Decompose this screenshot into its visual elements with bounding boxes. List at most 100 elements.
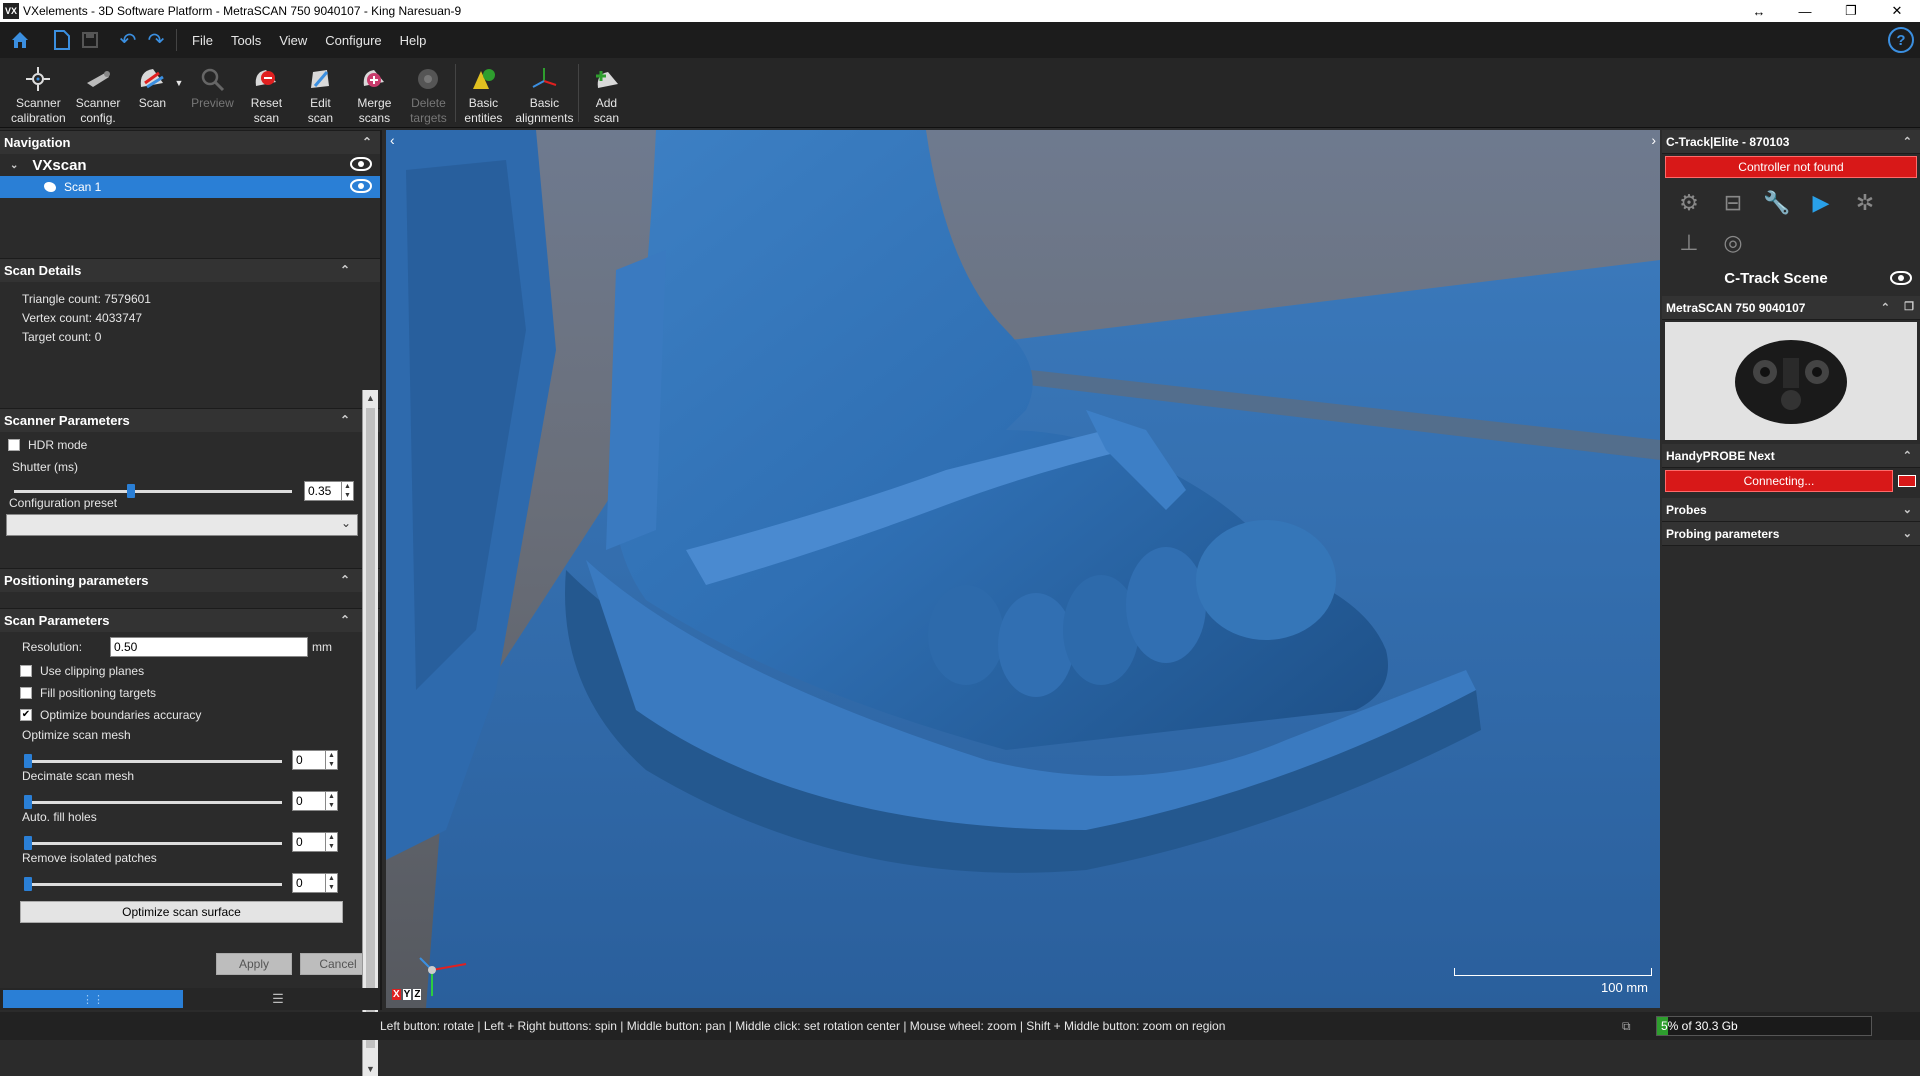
scroll-down-icon[interactable]: ▼ [363, 1061, 378, 1076]
resolution-label: Resolution: [22, 640, 83, 654]
probing-parameters-header[interactable]: Probing parameters ⌄ [1662, 522, 1920, 546]
menu-tools[interactable]: Tools [222, 33, 270, 48]
eye-icon[interactable] [350, 157, 372, 171]
network-icon: ⧉ [1622, 1019, 1631, 1033]
chevron-up-icon[interactable]: ⌃ [340, 613, 350, 627]
undo-icon[interactable]: ↶ [114, 26, 142, 54]
reset-scan-button[interactable]: Reset scan [239, 58, 293, 128]
vxelements-logo-icon: VX [3, 3, 19, 19]
remove-patches-slider-handle[interactable] [24, 877, 32, 891]
menu-file[interactable]: File [183, 33, 222, 48]
chevron-up-icon[interactable]: ⌃ [1903, 135, 1912, 148]
menu-view[interactable]: View [270, 33, 316, 48]
redo-icon[interactable]: ↷ [142, 26, 170, 54]
delete-targets-label-1: Delete [411, 96, 446, 110]
resolution-unit: mm [312, 640, 332, 654]
spin-arrows-icon[interactable]: ▲ ▼ [325, 874, 337, 892]
tree-item-scan-1[interactable]: Scan 1 [0, 176, 380, 198]
delete-targets-button[interactable]: Delete targets [401, 58, 455, 128]
collapse-left-arrow-icon[interactable]: ‹ [390, 132, 395, 148]
tab-tree-view[interactable]: ⋮⋮ [3, 990, 183, 1008]
fill-targets-checkbox[interactable] [20, 687, 32, 699]
chevron-up-icon[interactable]: ⌃ [340, 263, 350, 277]
resolution-input[interactable]: 0.50 [110, 637, 308, 657]
fill-holes-slider-handle[interactable] [24, 836, 32, 850]
ctrack-header[interactable]: C-Track|Elite - 870103 ⌃ [1662, 130, 1920, 154]
scanner-header[interactable]: MetraSCAN 750 9040107 ⌃ ❐ [1662, 296, 1920, 320]
scan-parameters-header[interactable]: Scan Parameters ⌃ [0, 608, 380, 632]
decimate-mesh-slider[interactable] [24, 801, 282, 804]
apply-button[interactable]: Apply [216, 953, 292, 975]
play-camera-icon[interactable]: ▶ [1802, 186, 1840, 220]
remove-patches-slider[interactable] [24, 883, 282, 886]
home-icon[interactable] [6, 26, 34, 54]
scroll-up-icon[interactable]: ▲ [363, 390, 378, 405]
3d-viewport[interactable]: ‹ › X Y Z 100 mm [386, 130, 1660, 1008]
chevron-up-icon[interactable]: ⌃ [340, 413, 350, 427]
scanner-config-button[interactable]: Scanner config. [71, 58, 126, 128]
eye-icon[interactable] [1890, 271, 1912, 285]
help-icon[interactable]: ? [1888, 27, 1914, 53]
menu-configure[interactable]: Configure [316, 33, 390, 48]
menu-help[interactable]: Help [391, 33, 436, 48]
configuration-preset-select[interactable] [6, 514, 358, 536]
edit-scan-button[interactable]: Edit scan [293, 58, 347, 128]
new-file-icon[interactable] [48, 26, 76, 54]
remove-patches-spinbox[interactable]: 0 ▲ ▼ [292, 873, 338, 893]
merge-scans-button[interactable]: Merge scans [347, 58, 401, 128]
chevron-up-icon[interactable]: ⌃ [1881, 301, 1890, 314]
optimize-mesh-slider[interactable] [24, 760, 282, 763]
optimize-mesh-slider-handle[interactable] [24, 754, 32, 768]
optimize-boundaries-checkbox[interactable]: ✔ [20, 709, 32, 721]
hdr-mode-label: HDR mode [28, 438, 88, 452]
chevron-down-icon[interactable]: ⌄ [1903, 503, 1912, 516]
scan-dropdown-icon[interactable]: ▼ [174, 76, 183, 91]
hdr-mode-checkbox[interactable] [8, 439, 20, 451]
chevron-up-icon[interactable]: ⌃ [340, 573, 350, 587]
fill-holes-slider[interactable] [24, 842, 282, 845]
edit-scan-label-1: Edit [310, 96, 331, 110]
preview-button[interactable]: Preview [185, 58, 239, 128]
positioning-parameters-header[interactable]: Positioning parameters ⌃ [0, 568, 380, 592]
chevron-up-icon[interactable]: ⌃ [362, 135, 372, 149]
scrollbar-thumb[interactable] [366, 408, 375, 1048]
eye-icon[interactable] [350, 179, 372, 193]
resize-icon[interactable]: ↔ [1736, 0, 1782, 22]
mouse-hints: Left button: rotate | Left + Right butto… [380, 1019, 1226, 1033]
add-scan-button[interactable]: Add scan [579, 58, 633, 128]
tripod-icon[interactable]: ✲ [1846, 186, 1884, 220]
scan-details-header[interactable]: Scan Details ⌃ [0, 258, 380, 282]
chevron-up-icon[interactable]: ⌃ [1903, 449, 1912, 462]
ctrack-tools: ⚙ ⊟ 🔧 ▶ ✲ ⊥ ◎ [1662, 180, 1920, 266]
navigation-header[interactable]: Navigation ⌃ [0, 130, 380, 154]
probing-parameters-title: Probing parameters [1666, 526, 1780, 541]
left-panel-scrollbar[interactable]: ▲ ▼ [362, 390, 378, 1076]
axes-icon[interactable]: ⊥ [1670, 226, 1708, 260]
scanner-parameters-header[interactable]: Scanner Parameters ⌃ [0, 408, 380, 432]
basic-entities-button[interactable]: Basic entities [456, 58, 510, 128]
scan-button[interactable]: Scan ▼ [125, 58, 183, 128]
wrench-icon[interactable]: 🔧 [1758, 186, 1796, 220]
scanner-calibration-button[interactable]: Scanner calibration [6, 58, 71, 128]
camera-rig-icon[interactable]: ⊟ [1714, 186, 1752, 220]
handyprobe-header[interactable]: HandyPROBE Next ⌃ [1662, 444, 1920, 468]
targets-icon[interactable]: ◎ [1714, 226, 1752, 260]
basic-alignments-button[interactable]: Basic alignments [510, 58, 578, 128]
tracker-icon[interactable]: ⚙ [1670, 186, 1708, 220]
decimate-mesh-slider-handle[interactable] [24, 795, 32, 809]
chevron-down-icon[interactable]: ⌄ [1903, 527, 1912, 540]
collapse-right-arrow-icon[interactable]: › [1651, 132, 1656, 148]
save-icon[interactable] [76, 26, 104, 54]
minimize-button[interactable]: — [1782, 0, 1828, 22]
clipping-planes-checkbox[interactable] [20, 665, 32, 677]
probes-header[interactable]: Probes ⌄ [1662, 498, 1920, 522]
tree-root-vxscan[interactable]: ⌄ VXscan [0, 154, 380, 176]
tab-list-view[interactable]: ☰ [183, 990, 373, 1008]
undock-icon[interactable]: ❐ [1904, 300, 1914, 313]
optimize-scan-surface-button[interactable]: Optimize scan surface [20, 901, 343, 923]
close-button[interactable]: ✕ [1874, 0, 1920, 22]
probe-status-row: Connecting... [1662, 470, 1920, 492]
restore-button[interactable]: ❐ [1828, 0, 1874, 22]
target-count: Target count: 0 [22, 330, 102, 344]
collapse-icon[interactable]: ⌄ [10, 160, 18, 171]
